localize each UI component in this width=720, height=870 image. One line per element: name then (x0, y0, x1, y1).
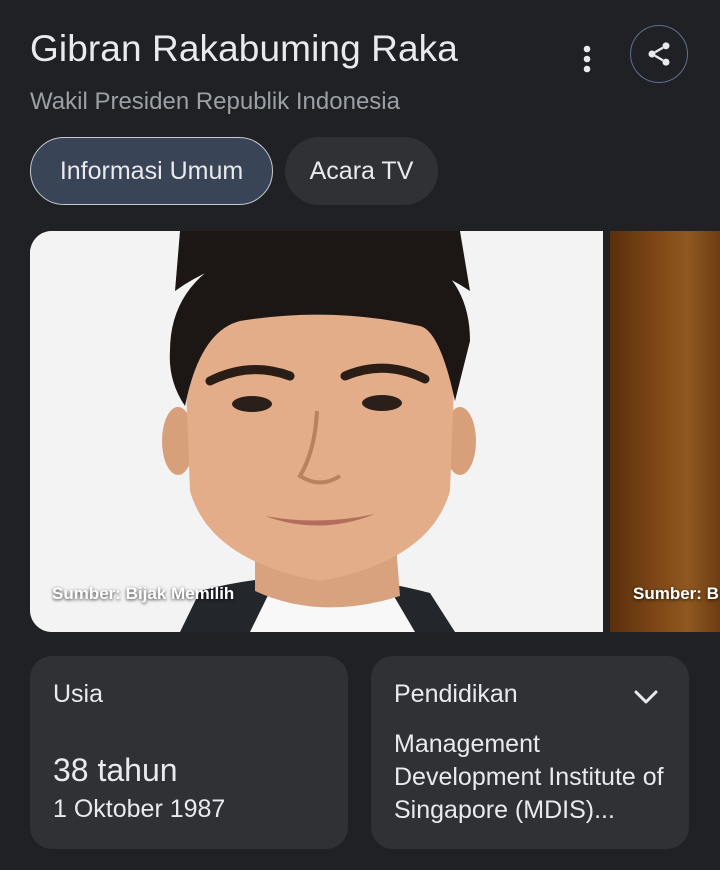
photo-caption-2: Sumber: B (633, 584, 719, 603)
profile-photo[interactable]: Sumber: Bijak Memilih (30, 231, 603, 632)
chevron-down-icon[interactable] (631, 682, 661, 712)
photo-caption: Sumber: Bijak Memilih (52, 584, 235, 603)
page-title: Gibran Rakabuming Raka (30, 28, 458, 69)
share-button[interactable] (630, 25, 688, 83)
share-icon (648, 42, 670, 66)
education-label: Pendidikan (394, 680, 518, 708)
tab-acara-tv[interactable]: Acara TV (285, 137, 438, 205)
age-label: Usia (53, 680, 104, 708)
education-value: Management Development Institute of Sing… (394, 730, 664, 824)
age-value: 38 tahun (53, 752, 178, 788)
more-options-button[interactable] (566, 38, 608, 80)
tab-informasi-umum[interactable]: Informasi Umum (30, 137, 273, 205)
portrait-illustration (30, 231, 603, 632)
page-subtitle: Wakil Presiden Republik Indonesia (30, 88, 400, 115)
secondary-photo[interactable]: Sumber: B (610, 231, 720, 632)
more-vert-icon (583, 45, 591, 73)
age-card[interactable]: Usia 38 tahun 1 Oktober 1987 (30, 656, 348, 849)
education-card[interactable]: Pendidikan Management Development Instit… (371, 656, 689, 849)
birth-date: 1 Oktober 1987 (53, 795, 226, 823)
